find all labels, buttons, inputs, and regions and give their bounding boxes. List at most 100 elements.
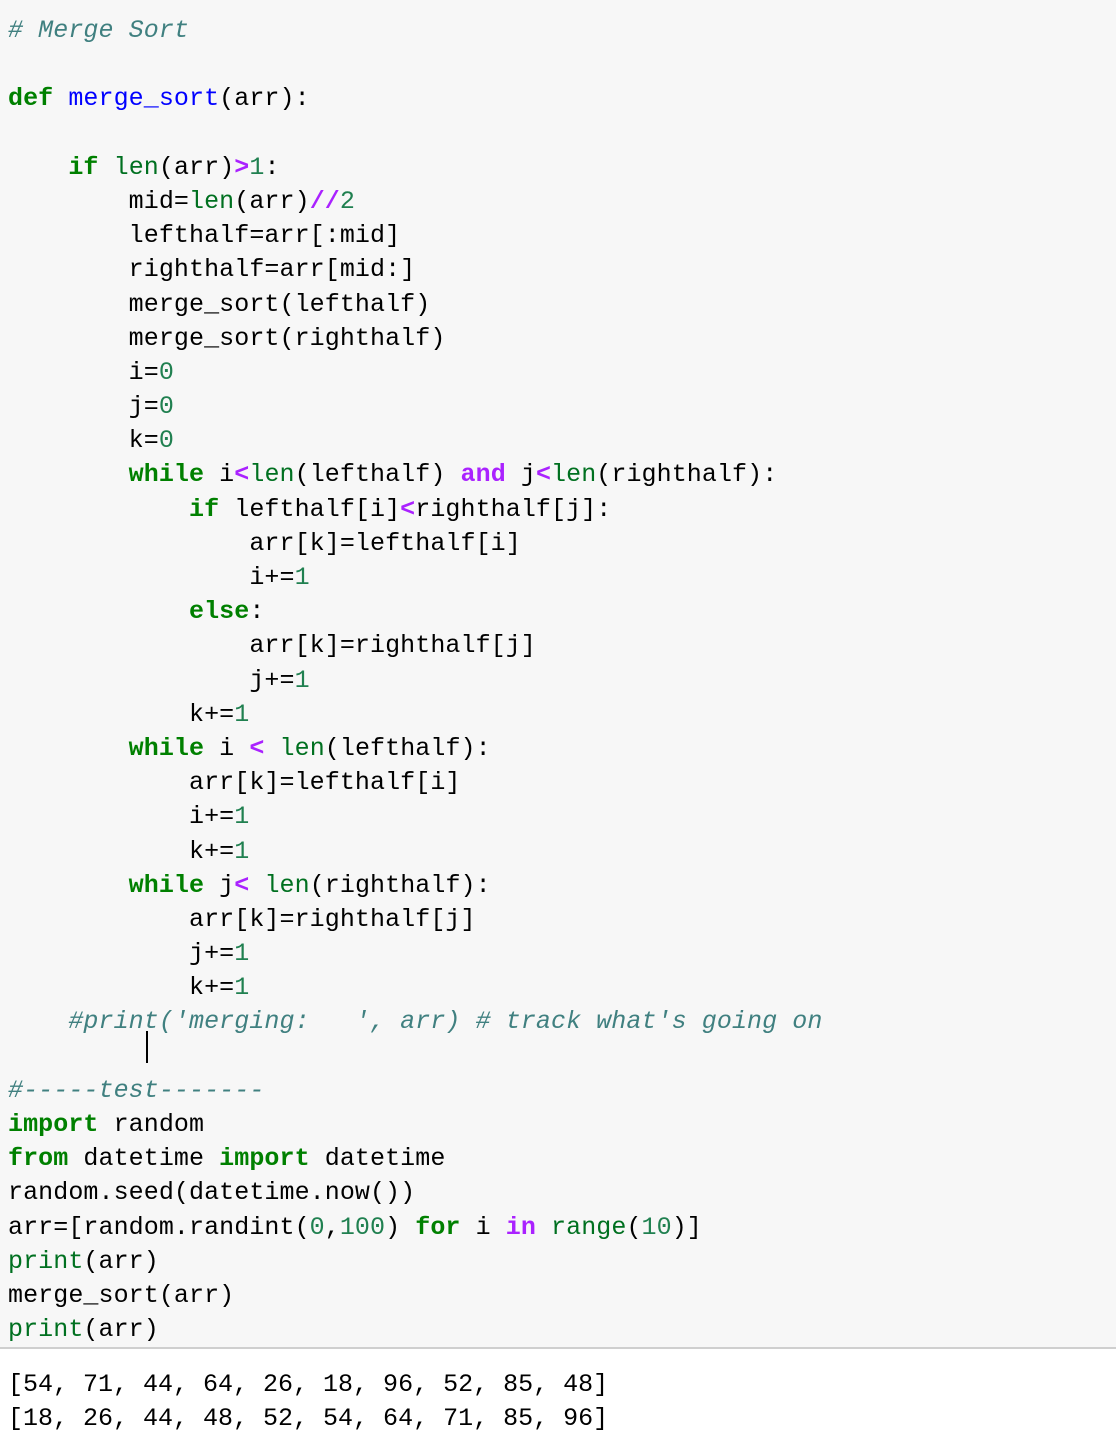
code-line[interactable]: #-----test------- bbox=[8, 1074, 1116, 1108]
code-token-p: (lefthalf) bbox=[294, 460, 461, 490]
code-line[interactable]: k+=1 bbox=[8, 971, 1116, 1005]
code-token-nb: len bbox=[279, 733, 325, 763]
code-token-c: # Merge Sort bbox=[8, 16, 189, 45]
code-token-k: for bbox=[415, 1212, 461, 1242]
notebook-code-cell[interactable]: # Merge Sort def merge_sort(arr): if len… bbox=[0, 0, 1116, 1444]
code-token-mi: 1 bbox=[294, 563, 310, 592]
code-token-n: datetime bbox=[309, 1144, 446, 1174]
code-line[interactable]: i=0 bbox=[8, 356, 1116, 390]
code-line[interactable]: k+=1 bbox=[8, 835, 1116, 869]
code-token-n: j bbox=[505, 460, 536, 490]
code-line[interactable]: arr[k]=lefthalf[i] bbox=[8, 766, 1116, 800]
code-line[interactable]: merge_sort(lefthalf) bbox=[8, 288, 1116, 322]
code-line[interactable]: righthalf=arr[mid:] bbox=[8, 253, 1116, 287]
code-token-mi: 2 bbox=[339, 186, 355, 216]
code-line[interactable]: j=0 bbox=[8, 390, 1116, 424]
code-token-n: arr[k]=righthalf[j] bbox=[249, 631, 536, 661]
code-line[interactable]: # Merge Sort bbox=[8, 14, 1116, 48]
code-token-k: if bbox=[68, 152, 99, 182]
code-line[interactable]: j+=1 bbox=[8, 664, 1116, 698]
code-line[interactable]: if len(arr)>1: bbox=[8, 151, 1116, 185]
code-line[interactable]: random.seed(datetime.now()) bbox=[8, 1176, 1116, 1210]
code-token-n: random.seed(datetime.now()) bbox=[8, 1178, 416, 1208]
code-token-nb: print bbox=[8, 1246, 84, 1276]
code-token-n bbox=[536, 1213, 551, 1242]
code-token-p: : bbox=[596, 494, 612, 524]
code-token-n: random bbox=[98, 1110, 205, 1139]
code-token-k: while bbox=[128, 733, 205, 763]
code-line[interactable]: k=0 bbox=[8, 424, 1116, 458]
code-token-n: i+= bbox=[249, 563, 295, 592]
code-line[interactable]: #print('merging: ', arr) # track what's … bbox=[8, 1005, 1116, 1039]
code-line[interactable]: mid=len(arr)//2 bbox=[8, 185, 1116, 219]
code-token-n: merge_sort(righthalf) bbox=[128, 323, 446, 353]
code-token-n: i+= bbox=[189, 802, 235, 832]
code-token-p: (righthalf): bbox=[596, 460, 778, 490]
code-line[interactable]: if lefthalf[i]<righthalf[j]: bbox=[8, 493, 1116, 527]
code-line[interactable]: while j< len(righthalf): bbox=[8, 869, 1116, 903]
code-line[interactable] bbox=[8, 48, 1116, 82]
code-token-k: import bbox=[8, 1110, 99, 1139]
code-token-mi: 0 bbox=[158, 392, 174, 422]
code-token-p: (arr) bbox=[83, 1315, 159, 1345]
code-line[interactable]: merge_sort(arr) bbox=[8, 1279, 1116, 1313]
code-line[interactable]: i+=1 bbox=[8, 800, 1116, 834]
code-editor[interactable]: # Merge Sort def merge_sort(arr): if len… bbox=[0, 0, 1116, 1348]
code-line[interactable]: else: bbox=[8, 595, 1116, 629]
code-token-p: : bbox=[249, 597, 265, 627]
code-token-n: merge_sort(lefthalf) bbox=[128, 289, 431, 319]
code-token-p: ( bbox=[626, 1212, 642, 1242]
code-token-k: def bbox=[8, 84, 54, 114]
code-line[interactable] bbox=[8, 1040, 1116, 1074]
code-token-k: import bbox=[219, 1144, 310, 1174]
code-line[interactable] bbox=[8, 117, 1116, 151]
code-line[interactable]: while i < len(lefthalf): bbox=[8, 732, 1116, 766]
code-token-c: #print('merging: ', arr) # track what's … bbox=[68, 1007, 823, 1037]
code-token-o: < bbox=[249, 733, 265, 763]
code-token-ow: in bbox=[505, 1212, 536, 1242]
code-token-o: < bbox=[535, 460, 552, 490]
code-line[interactable]: import random bbox=[8, 1108, 1116, 1142]
code-token-o: < bbox=[400, 494, 416, 524]
code-token-n: mid= bbox=[128, 186, 190, 216]
code-line[interactable]: arr=[random.randint(0,100) for i in rang… bbox=[8, 1211, 1116, 1245]
code-token-o: < bbox=[234, 870, 250, 900]
code-line[interactable]: def merge_sort(arr): bbox=[8, 82, 1116, 116]
code-line[interactable]: merge_sort(righthalf) bbox=[8, 322, 1116, 356]
code-token-mi: 1 bbox=[234, 836, 250, 866]
code-token-mi: 10 bbox=[641, 1212, 672, 1242]
code-token-o: < bbox=[234, 460, 250, 490]
code-line[interactable]: arr[k]=righthalf[j] bbox=[8, 629, 1116, 663]
text-cursor-caret bbox=[146, 1031, 148, 1063]
code-line[interactable]: i+=1 bbox=[8, 561, 1116, 595]
code-token-k: else bbox=[189, 597, 250, 627]
code-line[interactable]: j+=1 bbox=[8, 937, 1116, 971]
code-line[interactable]: while i<len(lefthalf) and j<len(righthal… bbox=[8, 458, 1116, 492]
output-line: [54, 71, 44, 64, 26, 18, 96, 52, 85, 48] bbox=[8, 1370, 609, 1399]
code-token-n: j bbox=[204, 870, 235, 900]
code-token-mi: 0 bbox=[158, 357, 174, 387]
code-token-n: lefthalf[i] bbox=[219, 494, 401, 524]
code-line[interactable]: from datetime import datetime bbox=[8, 1142, 1116, 1176]
code-token-n bbox=[53, 84, 68, 113]
code-line[interactable]: arr[k]=lefthalf[i] bbox=[8, 527, 1116, 561]
code-token-c: #-----test------- bbox=[8, 1075, 265, 1105]
code-line[interactable]: print(arr) bbox=[8, 1313, 1116, 1347]
code-token-nb: len bbox=[113, 152, 159, 182]
code-token-p: ) bbox=[385, 1212, 416, 1242]
code-line[interactable]: k+=1 bbox=[8, 698, 1116, 732]
code-token-ow: and bbox=[460, 460, 506, 490]
code-line[interactable]: print(arr) bbox=[8, 1245, 1116, 1279]
code-line[interactable]: lefthalf=arr[:mid] bbox=[8, 219, 1116, 253]
code-line[interactable]: arr[k]=righthalf[j] bbox=[8, 903, 1116, 937]
code-token-p: (arr) bbox=[83, 1246, 159, 1276]
